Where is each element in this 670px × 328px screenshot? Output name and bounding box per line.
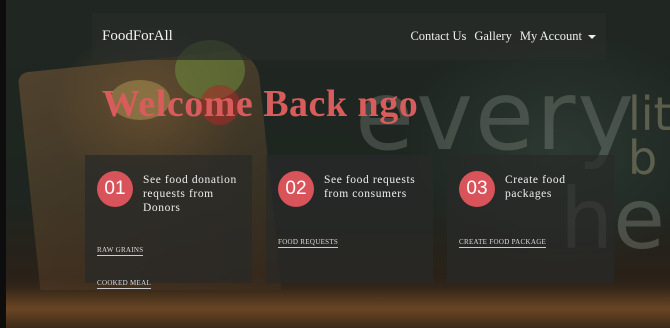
create-food-package-link[interactable]: CREATE FOOD PACKAGE: [459, 238, 547, 248]
brand-logo[interactable]: FoodForAll: [102, 28, 173, 45]
nav-links: Contact Us Gallery My Account: [410, 29, 596, 44]
card-donation-requests: 01 See food donation requests from Donor…: [85, 155, 252, 289]
window-edge: [0, 0, 6, 328]
food-requests-link[interactable]: FOOD REQUESTS: [278, 238, 339, 248]
nav-my-account-label: My Account: [519, 29, 582, 43]
page-title: Welcome Back ngo: [102, 83, 419, 125]
step-number-badge: 02: [278, 171, 314, 207]
background-chalk-fragment: b: [628, 131, 658, 185]
nav-my-account-dropdown[interactable]: My Account: [520, 29, 596, 44]
card-title: Create food packages: [505, 174, 566, 200]
card-title: See food donation requests from Donors: [143, 174, 237, 214]
card-title: See food requests from consumers: [324, 174, 416, 200]
nav-contact-us[interactable]: Contact Us: [410, 29, 466, 44]
card-create-packages: 03 Create food packages CREATE FOOD PACK…: [447, 155, 614, 283]
background-chalk-fragments: lit b: [628, 87, 670, 185]
navbar: FoodForAll Contact Us Gallery My Account: [92, 13, 606, 60]
cooked-meal-link[interactable]: COOKED MEAL: [97, 279, 152, 289]
background-chalk-fragment: lit: [628, 87, 670, 141]
step-number-badge: 03: [459, 171, 495, 207]
wooden-table: [0, 290, 670, 328]
card-consumer-requests: 02 See food requests from consumers FOOD…: [266, 155, 433, 283]
step-number-badge: 01: [97, 171, 133, 207]
nav-gallery[interactable]: Gallery: [474, 29, 511, 44]
caret-down-icon: [588, 35, 596, 40]
raw-grains-link[interactable]: RAW GRAINS: [97, 246, 144, 256]
